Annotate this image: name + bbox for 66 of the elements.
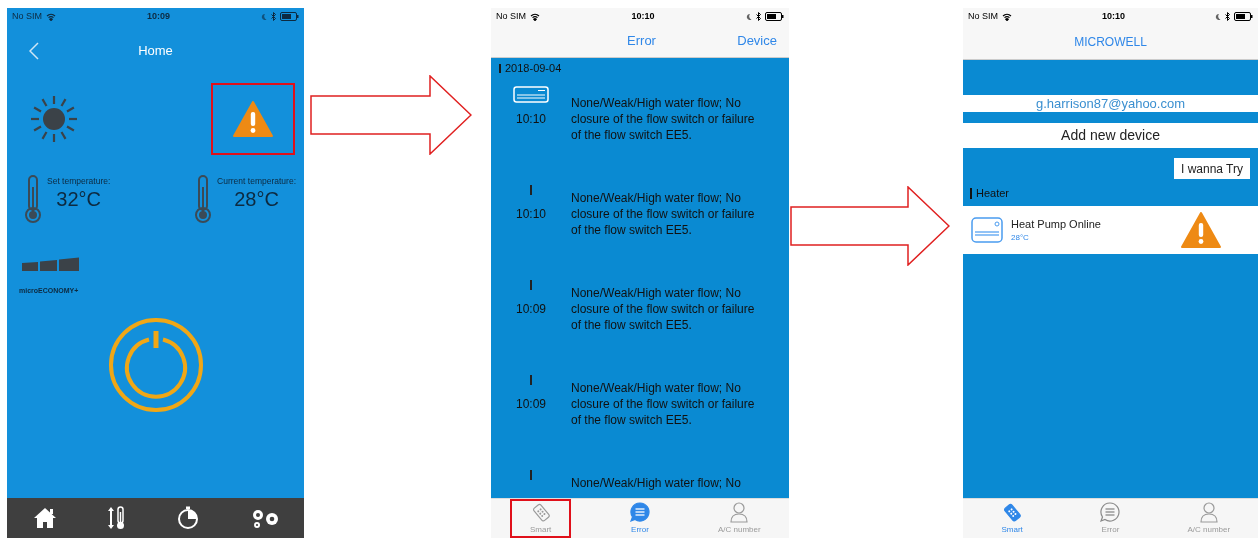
thermometer-arrows-icon[interactable] bbox=[106, 506, 127, 530]
battery-icon bbox=[280, 12, 299, 21]
bluetooth-icon bbox=[756, 12, 761, 21]
error-message: None/Weak/High water flow; No closure of the flow switch or failure of the flow switch EE5. bbox=[571, 380, 756, 429]
wifi-icon bbox=[1002, 12, 1012, 21]
chat-icon bbox=[629, 501, 651, 523]
error-message: None/Weak/High water flow; No closure of the flow switch or failure of the flow switch EE5. bbox=[571, 285, 756, 334]
screen-title: Home bbox=[138, 42, 173, 61]
air-conditioner-icon bbox=[971, 217, 1003, 243]
fan-speed-icon bbox=[22, 255, 79, 272]
carrier-text: No SIM bbox=[968, 9, 998, 23]
carrier-text: No SIM bbox=[12, 9, 42, 23]
error-message: None/Weak/High water flow; No closure of the flow switch or failure of the flow switch EE5. bbox=[571, 190, 756, 239]
warning-icon[interactable] bbox=[233, 101, 273, 137]
timer-icon[interactable] bbox=[176, 506, 201, 530]
screen-title: Error bbox=[627, 32, 656, 51]
thermometer-icon bbox=[23, 175, 43, 223]
tab[interactable]: Error bbox=[1061, 499, 1160, 538]
error-message: None/Weak/High water flow; No closure of the flow switch or failure of the flow switch EE5. bbox=[571, 95, 756, 144]
error-message: None/Weak/High water flow; No bbox=[571, 475, 742, 492]
date-label: 2018-09-04 bbox=[505, 60, 562, 76]
bluetooth-icon bbox=[1225, 12, 1230, 21]
current-temperature-value: 28°C bbox=[234, 187, 279, 210]
wifi-icon bbox=[530, 12, 540, 21]
account-email: g.harrison87@yahoo.com bbox=[1035, 94, 1186, 113]
clock-text: 10:10 bbox=[631, 9, 655, 23]
error-time: 10:10 bbox=[516, 111, 546, 128]
moon-icon bbox=[746, 12, 752, 21]
carrier-text: No SIM bbox=[496, 9, 526, 23]
error-time: 10:09 bbox=[516, 396, 546, 413]
thermometer-icon bbox=[193, 175, 214, 223]
section-marker bbox=[970, 187, 972, 199]
moon-icon bbox=[261, 12, 267, 21]
error-time: 10:10 bbox=[516, 206, 546, 223]
screen-title: MICROWELL bbox=[1074, 34, 1147, 51]
back-icon[interactable] bbox=[29, 42, 39, 60]
device-row[interactable]: Heat Pump Online 28°C bbox=[963, 206, 1258, 254]
person-icon bbox=[729, 501, 750, 523]
air-conditioner-icon bbox=[513, 86, 549, 103]
clock-text: 10:09 bbox=[147, 9, 170, 23]
battery-icon bbox=[1234, 12, 1253, 21]
section-marker bbox=[499, 63, 501, 73]
clock-text: 10:10 bbox=[1102, 9, 1125, 23]
section-label: Heater bbox=[976, 185, 1010, 201]
tab[interactable]: Smart bbox=[510, 499, 572, 538]
bluetooth-icon bbox=[271, 12, 276, 21]
error-time: 10:09 bbox=[516, 301, 546, 318]
device-name: Heat Pump Online bbox=[1011, 216, 1102, 232]
tab[interactable]: A/C number bbox=[689, 499, 789, 538]
set-temperature-value: 32°C bbox=[56, 187, 101, 210]
battery-icon bbox=[765, 12, 784, 21]
moon-icon bbox=[1215, 12, 1221, 21]
tab[interactable]: A/C number bbox=[1159, 499, 1258, 538]
set-temperature-label: Set temperature: bbox=[47, 175, 111, 188]
wifi-icon bbox=[46, 12, 56, 21]
chat-icon bbox=[1099, 501, 1122, 523]
try-button[interactable]: I wanna Try bbox=[1173, 158, 1250, 179]
device-temperature: 28°C bbox=[1011, 232, 1030, 245]
current-temperature-label: Current temperature: bbox=[217, 175, 296, 188]
tab[interactable]: Smart bbox=[963, 499, 1062, 538]
device-button[interactable]: Device bbox=[737, 31, 777, 51]
home-icon[interactable] bbox=[33, 507, 57, 529]
sun-icon bbox=[29, 94, 79, 144]
person-icon bbox=[1198, 501, 1219, 523]
tab[interactable]: Error bbox=[590, 499, 690, 538]
add-device-button[interactable]: Add new device bbox=[963, 123, 1258, 148]
